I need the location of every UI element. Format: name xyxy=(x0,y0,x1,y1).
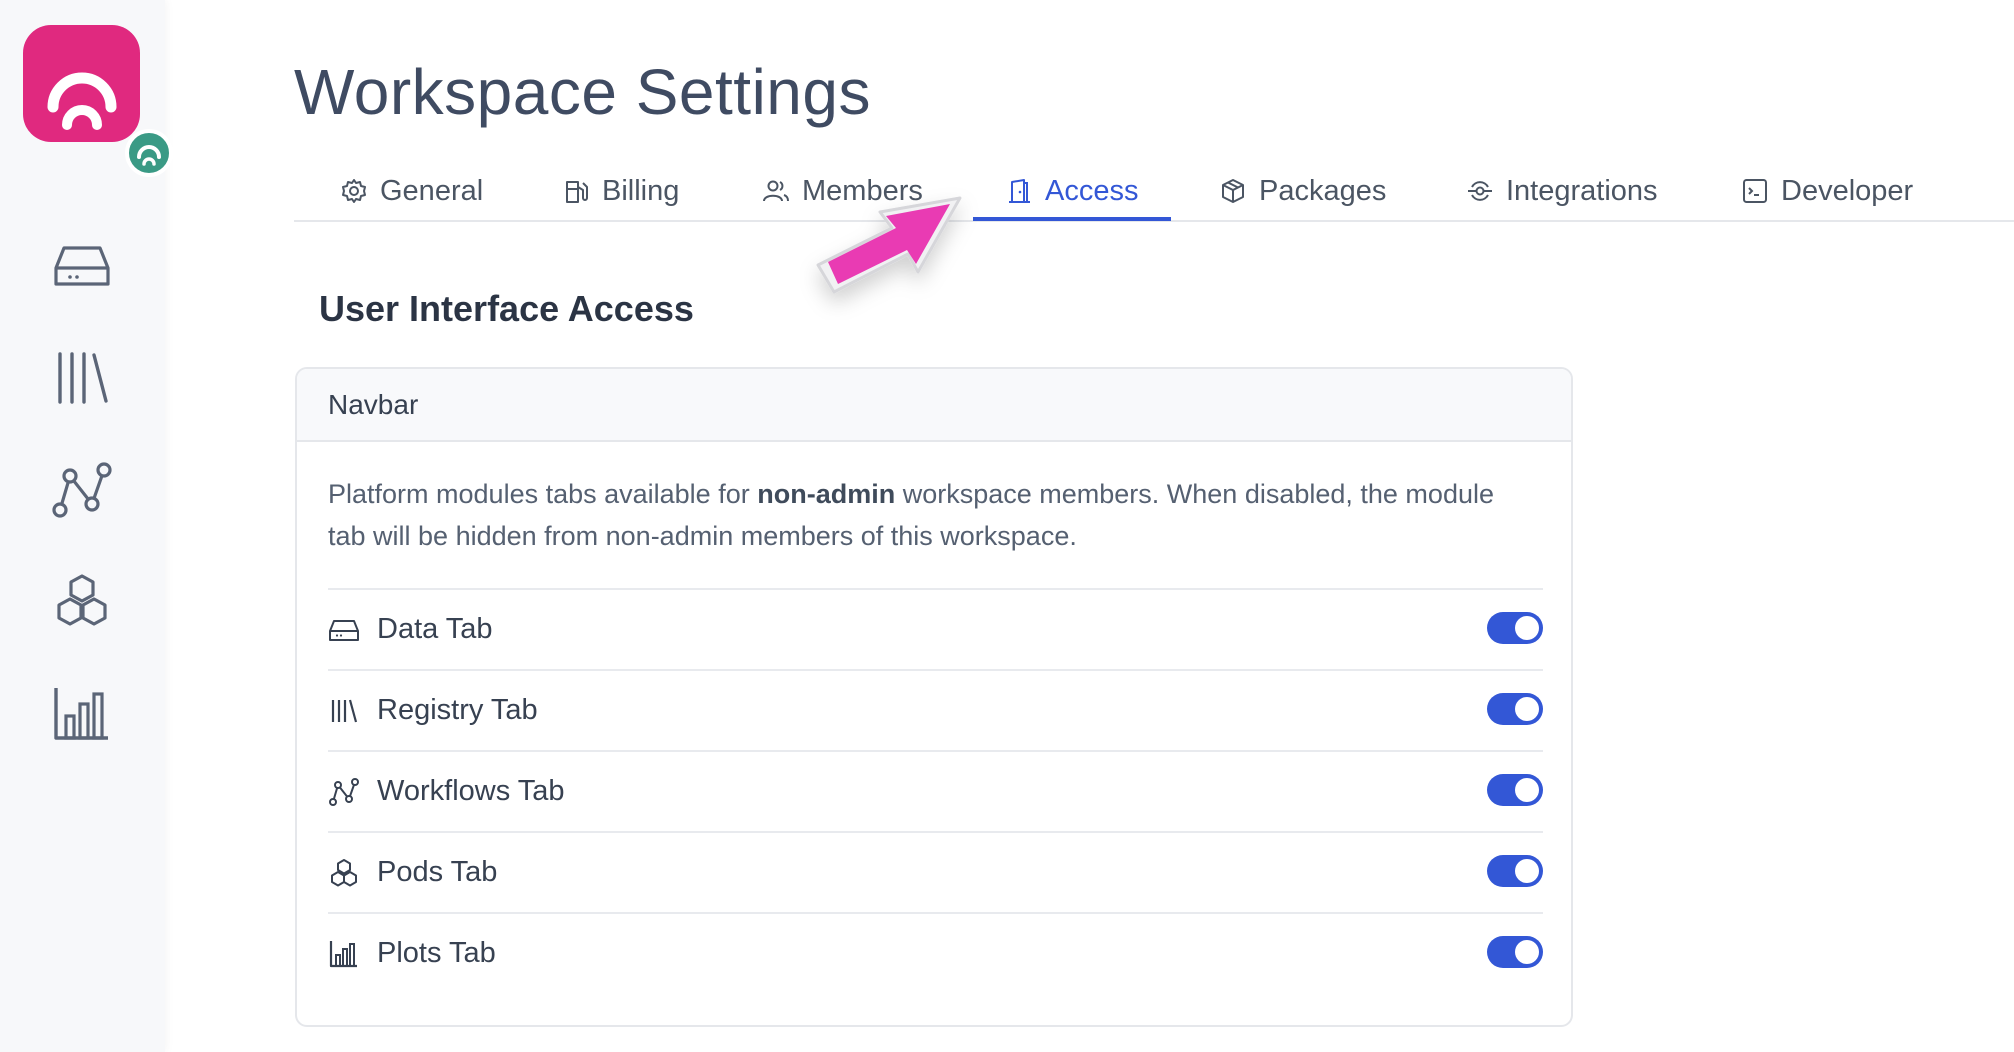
tab-billing[interactable]: Billing xyxy=(562,160,679,222)
toggle-label: Plots Tab xyxy=(377,937,496,969)
workflows-tab-toggle[interactable] xyxy=(1487,774,1543,806)
toggle-knob xyxy=(1515,616,1539,640)
toggle-label: Registry Tab xyxy=(377,694,538,726)
library-icon xyxy=(331,699,358,722)
settings-tabs: General Billing Members Access Packages … xyxy=(294,160,2014,222)
app-logo[interactable] xyxy=(23,25,173,177)
tab-access-label: Access xyxy=(1045,174,1139,207)
toggle-row-pods: Pods Tab xyxy=(328,831,1543,912)
tab-packages[interactable]: Packages xyxy=(1219,160,1386,222)
workflow-icon xyxy=(329,777,359,806)
tab-integrations-label: Integrations xyxy=(1506,174,1658,207)
page-title: Workspace Settings xyxy=(294,56,871,128)
tab-billing-label: Billing xyxy=(602,174,680,207)
tab-integrations[interactable]: Integrations xyxy=(1466,160,1658,222)
toggle-row-plots: Plots Tab xyxy=(328,912,1543,993)
library-icon xyxy=(58,352,108,404)
fuel-icon xyxy=(566,181,588,203)
bar-chart-icon xyxy=(54,688,108,740)
pods-tab-toggle[interactable] xyxy=(1487,855,1543,887)
gear-icon xyxy=(342,179,366,203)
card-header: Navbar xyxy=(297,369,1571,442)
toggle-row-registry: Registry Tab xyxy=(328,669,1543,750)
workflow-icon xyxy=(52,462,112,518)
desc-text-1: Platform modules tabs available for xyxy=(328,479,758,509)
pods-icon xyxy=(331,858,357,886)
sidebar-item-registry[interactable] xyxy=(50,346,114,410)
tab-general[interactable]: General xyxy=(340,160,483,222)
drive-icon xyxy=(54,246,110,286)
toggle-knob xyxy=(1515,778,1539,802)
tab-access[interactable]: Access xyxy=(1005,160,1138,222)
terminal-icon xyxy=(1743,179,1767,203)
pods-icon xyxy=(57,574,107,626)
users-icon xyxy=(763,180,789,202)
registry-tab-toggle[interactable] xyxy=(1487,693,1543,725)
desc-bold: non-admin xyxy=(757,479,896,509)
toggle-label: Data Tab xyxy=(377,613,493,645)
plots-tab-toggle[interactable] xyxy=(1487,936,1543,968)
data-tab-toggle[interactable] xyxy=(1487,612,1543,644)
toggle-knob xyxy=(1515,940,1539,964)
sidebar-item-data[interactable] xyxy=(50,234,114,298)
door-icon xyxy=(1009,179,1030,203)
active-tab-indicator xyxy=(973,217,1171,221)
toggle-knob xyxy=(1515,697,1539,721)
pointer-arrow-icon xyxy=(816,196,962,294)
card-description: Platform modules tabs available for non-… xyxy=(328,473,1538,557)
sidebar-item-workflows[interactable] xyxy=(50,458,114,522)
integration-icon xyxy=(1468,181,1492,201)
section-title: User Interface Access xyxy=(319,288,694,329)
sidebar-item-pods[interactable] xyxy=(50,570,114,634)
badge-arch-icon xyxy=(137,145,161,166)
logo-arch-icon xyxy=(47,72,117,130)
tab-general-label: General xyxy=(380,174,484,207)
tab-developer[interactable]: Developer xyxy=(1741,160,1913,222)
tab-developer-label: Developer xyxy=(1781,174,1914,207)
sidebar-item-plots[interactable] xyxy=(50,682,114,746)
package-icon xyxy=(1222,179,1244,203)
toggle-label: Pods Tab xyxy=(377,856,498,888)
toggle-knob xyxy=(1515,859,1539,883)
toggle-label: Workflows Tab xyxy=(377,775,565,807)
bar-chart-icon xyxy=(329,940,357,967)
toggle-row-data: Data Tab xyxy=(328,588,1543,669)
navbar-card: Navbar Platform modules tabs available f… xyxy=(295,367,1573,1027)
toggle-row-workflows: Workflows Tab xyxy=(328,750,1543,831)
logo-badge xyxy=(125,129,173,177)
drive-icon xyxy=(329,619,359,641)
tab-packages-label: Packages xyxy=(1259,174,1387,207)
sidebar xyxy=(0,0,173,1052)
